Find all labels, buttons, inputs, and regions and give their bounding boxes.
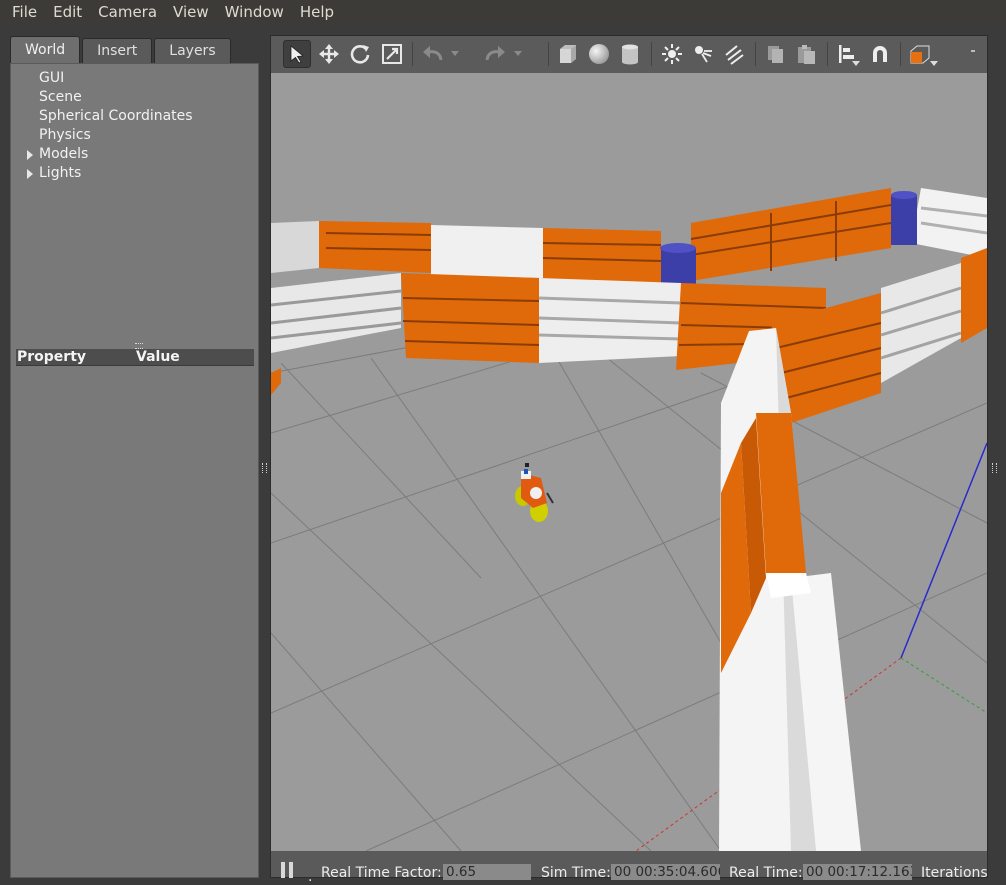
tree-item-spherical-coordinates[interactable]: Spherical Coordinates (39, 107, 193, 126)
blue-cylinder (891, 195, 917, 245)
tree-item-gui[interactable]: GUI (39, 69, 64, 88)
scale-icon[interactable] (378, 40, 406, 68)
scene-3d-view[interactable] (271, 73, 987, 851)
paste-icon[interactable] (792, 40, 820, 68)
real-time-label: Real Time: (729, 865, 803, 881)
left-panel: World Insert Layers GUI Scene Spherical … (10, 36, 259, 878)
tree-item-physics[interactable]: Physics (39, 126, 91, 145)
toolbar-overflow-icon[interactable] (971, 50, 975, 52)
menu-file[interactable]: File (0, 0, 45, 24)
property-table-header: Property Value (16, 349, 254, 366)
redo-icon[interactable] (481, 40, 509, 68)
pause-icon (289, 862, 293, 878)
tree-item-lights[interactable]: Lights (39, 164, 81, 183)
toolbar-separator (827, 42, 828, 66)
toolbar-separator (651, 42, 652, 66)
undo-icon[interactable] (419, 40, 447, 68)
splitter-grip-icon (992, 463, 997, 473)
sphere-icon[interactable] (585, 40, 613, 68)
expand-arrow-icon[interactable] (27, 169, 33, 179)
tab-insert[interactable]: Insert (82, 38, 153, 63)
status-bar: . Real Time Factor: 0.65 Sim Time: 00 00… (271, 851, 988, 885)
spot-light-icon[interactable] (689, 40, 717, 68)
snap-icon[interactable] (866, 40, 894, 68)
copy-icon[interactable] (761, 40, 789, 68)
real-time-factor-label: Real Time Factor: (321, 865, 442, 881)
sim-time-label: Sim Time: (541, 865, 611, 881)
menu-window[interactable]: Window (217, 0, 292, 24)
status-dot: . (308, 869, 313, 885)
value-column-header[interactable]: Value (136, 349, 180, 365)
select-arrow-icon[interactable] (283, 40, 311, 68)
toolbar-separator (755, 42, 756, 66)
world-tree-pane: GUI Scene Spherical Coordinates Physics … (10, 63, 259, 878)
right-splitter[interactable] (988, 36, 1006, 878)
ground-plane (271, 73, 987, 851)
directional-light-icon[interactable] (720, 40, 748, 68)
redo-dropdown-icon[interactable] (511, 40, 525, 68)
menu-bar: File Edit Camera View Window Help (0, 0, 1006, 24)
box-icon[interactable] (554, 40, 582, 68)
rotate-icon[interactable] (346, 40, 374, 68)
render-viewport: . Real Time Factor: 0.65 Sim Time: 00 00… (270, 35, 988, 885)
cylinder-icon[interactable] (616, 40, 644, 68)
translate-icon[interactable] (315, 40, 343, 68)
menu-help[interactable]: Help (292, 0, 342, 24)
pause-button[interactable] (281, 862, 294, 878)
point-light-icon[interactable] (658, 40, 686, 68)
menu-view[interactable]: View (165, 0, 217, 24)
render-toolbar (271, 36, 987, 74)
toolbar-separator (548, 42, 549, 66)
blue-cylinder (661, 248, 696, 286)
tree-item-scene[interactable]: Scene (39, 88, 82, 107)
expand-arrow-icon[interactable] (27, 150, 33, 160)
tree-item-models[interactable]: Models (39, 145, 88, 164)
iterations-label: Iterations (921, 865, 988, 881)
property-column-header[interactable]: Property (17, 349, 86, 365)
menu-edit[interactable]: Edit (45, 0, 90, 24)
toolbar-separator (412, 42, 413, 66)
tab-layers[interactable]: Layers (154, 38, 231, 63)
menu-camera[interactable]: Camera (90, 0, 165, 24)
pause-icon (281, 862, 285, 878)
undo-dropdown-icon[interactable] (448, 40, 462, 68)
toolbar-separator (900, 42, 901, 66)
splitter-grip-icon (262, 463, 267, 473)
left-splitter[interactable] (260, 36, 270, 878)
panel-tabs: World Insert Layers (10, 36, 233, 64)
tab-world[interactable]: World (10, 36, 81, 64)
